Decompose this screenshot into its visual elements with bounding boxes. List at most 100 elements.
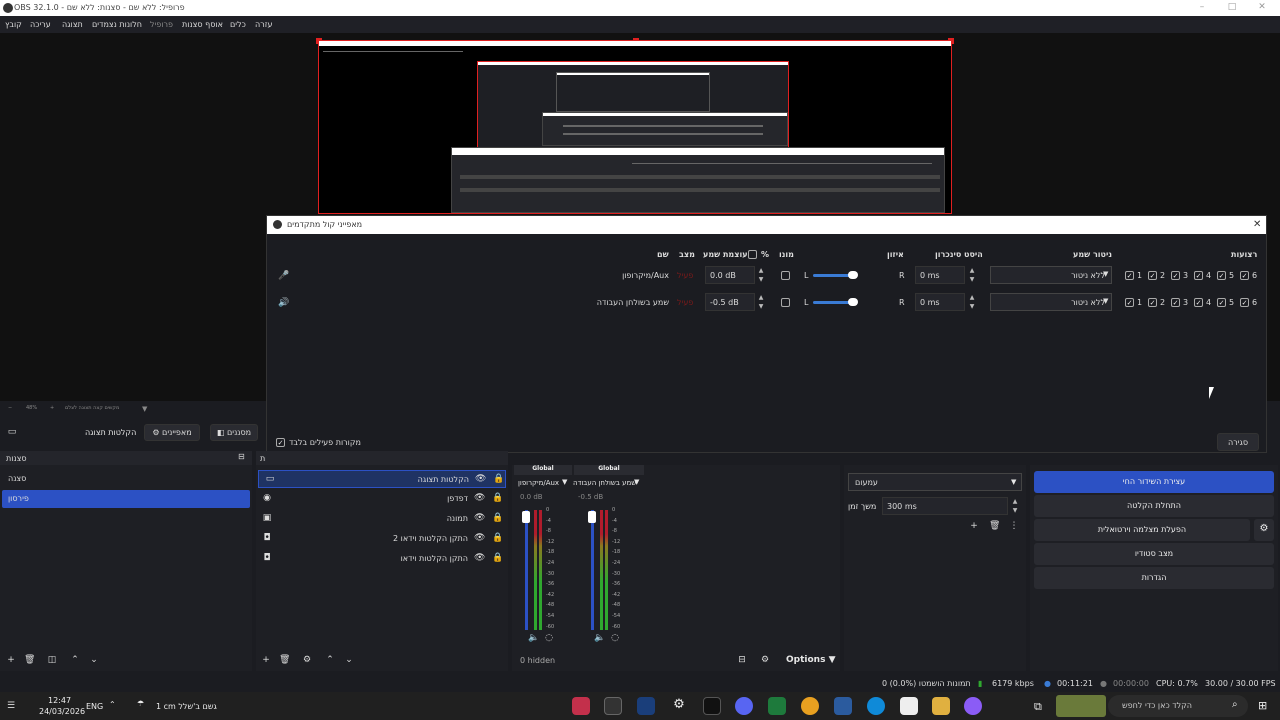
headphones-icon[interactable]: ◌: [544, 633, 554, 643]
channel-menu-icon[interactable]: ▼: [562, 478, 567, 486]
volume-input[interactable]: 0.0 dB: [705, 266, 755, 284]
epic-games-icon[interactable]: [703, 697, 721, 715]
track-1-checkbox[interactable]: ✓: [1125, 298, 1134, 307]
mono-checkbox[interactable]: [781, 271, 790, 280]
track-6-checkbox[interactable]: ✓: [1240, 298, 1249, 307]
language-indicator[interactable]: ENG: [86, 702, 103, 711]
track-4-checkbox[interactable]: ✓: [1194, 298, 1203, 307]
more-icon[interactable]: ⋮: [1009, 521, 1019, 531]
percent-checkbox[interactable]: [748, 250, 757, 259]
scene-preview-tab[interactable]: הקלטות תצוגה: [85, 428, 136, 437]
balance-knob[interactable]: [848, 298, 858, 306]
track-2-checkbox[interactable]: ✓: [1148, 298, 1157, 307]
monitor-select[interactable]: ללא ניטור: [990, 266, 1112, 284]
arrow-up-icon[interactable]: ⌃: [70, 655, 80, 665]
volume-spinner[interactable]: ▲ ▼: [756, 266, 766, 284]
mixer-options-button[interactable]: Options ▼: [786, 655, 836, 665]
task-view-icon[interactable]: ⧉: [1034, 700, 1042, 714]
balance-track[interactable]: [813, 301, 853, 304]
active-only-checkbox[interactable]: ✓: [276, 438, 285, 447]
eye-icon[interactable]: 👁: [475, 474, 486, 484]
track-2-checkbox[interactable]: ✓: [1148, 271, 1157, 280]
scene-item[interactable]: סצנה: [0, 470, 252, 488]
close-button[interactable]: סגירה: [1217, 433, 1259, 451]
monitor-select[interactable]: ללא ניטור: [990, 293, 1112, 311]
sync-offset-input[interactable]: 0 ms: [915, 266, 965, 284]
transition-select[interactable]: עמעום: [848, 473, 1022, 491]
app-icon[interactable]: [572, 697, 590, 715]
speaker-icon[interactable]: 🔈: [594, 633, 605, 643]
arrow-down-icon[interactable]: ⌄: [344, 655, 354, 665]
track-5-checkbox[interactable]: ✓: [1217, 298, 1226, 307]
dialog-close-icon[interactable]: ✕: [1253, 219, 1261, 230]
lock-icon[interactable]: 🔒: [492, 553, 503, 563]
add-icon[interactable]: +: [261, 655, 271, 665]
menu-profile[interactable]: פרופיל: [150, 20, 173, 29]
sync-offset-input[interactable]: 0 ms: [915, 293, 965, 311]
mono-checkbox[interactable]: [781, 298, 790, 307]
filter-icon[interactable]: ◫: [47, 655, 57, 665]
minimize-icon[interactable]: –: [1196, 2, 1208, 14]
duration-input[interactable]: 300 ms: [882, 497, 1008, 515]
search-box[interactable]: הקלד כאן כדי לחפש ⌕: [1108, 695, 1248, 717]
copilot-icon[interactable]: [964, 697, 982, 715]
volume-spinner[interactable]: ▲ ▼: [756, 293, 766, 311]
duration-spinner[interactable]: ▲ ▼: [1010, 497, 1020, 515]
start-icon[interactable]: ⊞: [1258, 699, 1267, 712]
lock-icon[interactable]: 🔒: [492, 533, 503, 543]
source-item[interactable]: ◉ דפדפן 👁 🔒: [256, 490, 508, 508]
discord-icon[interactable]: [735, 697, 753, 715]
scene-item-selected[interactable]: פירסון: [2, 490, 250, 508]
zoom-dropdown-icon[interactable]: ▼: [142, 405, 147, 413]
track-3-checkbox[interactable]: ✓: [1171, 298, 1180, 307]
menu-docks[interactable]: חלונות נצמדים: [92, 20, 142, 29]
menu-view[interactable]: תצוגה: [62, 20, 83, 29]
folder-icon[interactable]: [932, 697, 950, 715]
track-5-checkbox[interactable]: ✓: [1217, 271, 1226, 280]
settings-icon[interactable]: ⚙: [670, 697, 688, 715]
lock-icon[interactable]: 🔒: [492, 513, 503, 523]
eye-icon[interactable]: 👁: [474, 553, 485, 563]
volume-fader-track[interactable]: [525, 510, 528, 630]
menu-help[interactable]: עזרה: [255, 20, 273, 29]
arrow-up-icon[interactable]: ⌃: [325, 655, 335, 665]
balance-track[interactable]: [813, 274, 853, 277]
monitor-icon[interactable]: ▭: [7, 427, 17, 437]
menu-scene-collection[interactable]: אוסף סצנות: [182, 20, 223, 29]
virtual-camera-button[interactable]: הפעלת מצלמה וירטואלית: [1034, 519, 1250, 541]
source-item[interactable]: ▣ תמונה 👁 🔒: [256, 510, 508, 528]
microphone-icon[interactable]: 🎤: [278, 271, 289, 281]
volume-fader-track[interactable]: [591, 510, 594, 630]
preview-canvas[interactable]: [316, 38, 954, 214]
gear-icon[interactable]: ⚙: [302, 655, 312, 665]
volume-fader-knob[interactable]: [588, 511, 596, 523]
channel-menu-icon[interactable]: ▼: [634, 478, 639, 486]
layout-icon[interactable]: ⊟: [737, 655, 747, 665]
start-recording-button[interactable]: התחלת הקלטה: [1034, 495, 1274, 517]
notifications-icon[interactable]: ☰: [6, 701, 16, 711]
chrome-icon[interactable]: [801, 697, 819, 715]
speaker-icon[interactable]: 🔈: [528, 633, 539, 643]
edge-icon[interactable]: [867, 697, 885, 715]
stop-streaming-button[interactable]: עצירת השידור החי: [1034, 471, 1274, 493]
track-4-checkbox[interactable]: ✓: [1194, 271, 1203, 280]
balance-knob[interactable]: [848, 271, 858, 279]
menu-file[interactable]: קובץ: [5, 20, 22, 29]
weather-text[interactable]: 1 cm גשם ב'שלל: [156, 702, 217, 711]
settings-button[interactable]: הגדרות: [1034, 567, 1274, 589]
sync-spinner[interactable]: ▲ ▼: [967, 293, 977, 311]
tray-expand-icon[interactable]: ⌃: [109, 700, 116, 709]
source-item[interactable]: ◘ התקן הקלטות וידאו 👁 🔒: [256, 550, 508, 568]
volume-fader-knob[interactable]: [522, 511, 530, 523]
maximize-icon[interactable]: □: [1226, 2, 1238, 14]
trash-icon[interactable]: 🗑: [989, 521, 1000, 531]
properties-button[interactable]: ⚙ מאפיינים: [144, 424, 200, 441]
menu-tools[interactable]: כלים: [230, 20, 246, 29]
eye-icon[interactable]: 👁: [474, 513, 485, 523]
source-item[interactable]: ◘ התקן הקלטות וידאו 2 👁 🔒: [256, 530, 508, 548]
add-icon[interactable]: +: [969, 521, 979, 531]
track-1-checkbox[interactable]: ✓: [1125, 271, 1134, 280]
zoom-in-button[interactable]: +: [50, 405, 54, 411]
volume-input[interactable]: -0.5 dB: [705, 293, 755, 311]
trash-icon[interactable]: 🗑: [24, 655, 35, 665]
